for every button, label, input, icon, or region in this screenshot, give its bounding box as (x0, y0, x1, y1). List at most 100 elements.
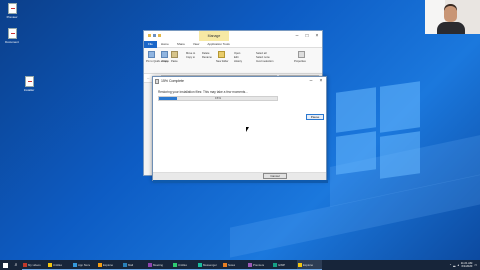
notification-icon[interactable]: ▭ (474, 263, 477, 267)
close-icon[interactable]: × (312, 31, 322, 41)
app-icon (198, 262, 202, 267)
taskbar-app-button[interactable]: Messenger (197, 260, 222, 270)
quick-access-toolbar[interactable] (148, 34, 168, 38)
clock[interactable]: 11:21 AM 6/1/2020 (461, 261, 473, 269)
dialog-body: Restoring your installation files: This … (153, 86, 326, 172)
dialog-icon (155, 79, 159, 84)
taskbar-app-label: Explorer (303, 262, 314, 267)
tab-file[interactable]: File (144, 40, 157, 48)
taskbar-app-button[interactable]: Mail (122, 260, 147, 270)
open-button[interactable]: Open (234, 52, 240, 55)
taskbar-app-label: GIMP (278, 262, 286, 267)
select-none-button[interactable]: Select none (256, 56, 270, 59)
new-folder-button[interactable]: New folder (216, 60, 228, 63)
pause-button[interactable]: Pause (306, 114, 324, 120)
search-icon[interactable]: ⌕ (10, 260, 22, 270)
taskbar-app-label: Messenger (203, 262, 217, 267)
dialog-title-bar[interactable]: 15% Complete – × (153, 77, 326, 86)
app-icon (223, 262, 227, 267)
tab-view[interactable]: View (189, 42, 203, 46)
start-button[interactable] (0, 260, 10, 270)
paste-button[interactable]: Paste (171, 60, 178, 63)
chevron-up-icon[interactable]: ^ (450, 263, 451, 267)
taskbar-app-button[interactable]: Meeting (147, 260, 172, 270)
dialog-accent-strip (153, 180, 328, 183)
desktop-icon-2[interactable]: Document (0, 28, 27, 44)
pin-icon[interactable] (148, 51, 155, 58)
minimize-icon[interactable]: – (292, 31, 302, 41)
desktop-icon-3[interactable]: Installer (14, 76, 44, 92)
maximize-icon[interactable]: □ (302, 31, 312, 41)
taskbar-app-button[interactable]: Notes (222, 260, 247, 270)
tab-share[interactable]: Share (173, 42, 189, 46)
taskbar-app-button[interactable]: Untitled (172, 260, 197, 270)
taskbar-app-label: Untitled (178, 262, 188, 267)
taskbar-app-button[interactable]: Untitled (47, 260, 72, 270)
dialog-title: 15% Complete (161, 79, 184, 83)
app-icon (73, 262, 77, 267)
app-icon (298, 262, 302, 267)
back-icon[interactable]: ← (147, 76, 150, 80)
cancel-button[interactable]: Cancel (263, 173, 287, 179)
webcam-overlay (425, 0, 480, 34)
taskbar-app-label: Premiere (253, 262, 265, 267)
app-icon (48, 262, 52, 267)
close-icon[interactable]: × (316, 77, 326, 86)
copy-to-button[interactable]: Copy to (186, 56, 195, 59)
paste-icon[interactable] (171, 51, 178, 58)
desktop-icon-1[interactable]: Preview (0, 3, 27, 19)
taskbar-app-button[interactable]: App Store (72, 260, 97, 270)
properties-icon[interactable] (298, 51, 305, 58)
select-all-button[interactable]: Select all (256, 52, 267, 55)
taskbar-app-label: Meeting (153, 262, 163, 267)
file-icon (7, 28, 17, 39)
invert-selection-button[interactable]: Invert selection (256, 60, 273, 63)
system-tray: ^ ▂ ◂ 11:21 AM 6/1/2020 ▭ (450, 261, 480, 269)
copy-icon[interactable] (161, 51, 168, 58)
taskbar-app-label: App Store (78, 262, 91, 267)
new-folder-icon[interactable] (218, 51, 225, 58)
edit-button[interactable]: Edit (234, 56, 238, 59)
app-icon (23, 262, 27, 267)
taskbar-app-button[interactable]: Premiere (247, 260, 272, 270)
progress-label: 15% (214, 96, 221, 100)
app-icon (248, 262, 252, 267)
rename-button[interactable]: Rename (202, 56, 212, 59)
desktop: Preview Document Installer Manage – □ × (0, 0, 480, 260)
taskbar-app-label: My videos (28, 262, 41, 267)
taskbar-app-label: Untitled (53, 262, 63, 267)
app-icon (123, 262, 127, 267)
move-to-button[interactable]: Move to (186, 52, 195, 55)
progress-dialog: 15% Complete – × Restoring your installa… (152, 76, 328, 183)
delete-button[interactable]: Delete (202, 52, 210, 55)
volume-icon[interactable]: ◂ (457, 263, 458, 267)
explorer-title-bar[interactable]: Manage – □ × (144, 31, 322, 41)
taskbar-app-button[interactable]: My videos (22, 260, 47, 270)
history-button[interactable]: History (234, 60, 242, 63)
file-icon (24, 76, 34, 87)
progress-message: Restoring your installation files: This … (158, 90, 248, 94)
taskbar-app-button[interactable]: GIMP (272, 260, 297, 270)
app-icon (148, 262, 152, 267)
taskbar-app-button[interactable]: Explorer (97, 260, 122, 270)
windows-start-icon (2, 262, 8, 268)
mouse-cursor-icon (246, 127, 249, 132)
tab-application-tools[interactable]: Application Tools (203, 42, 233, 46)
minimize-icon[interactable]: – (306, 77, 316, 86)
file-icon (7, 3, 17, 14)
app-icon (98, 262, 102, 267)
properties-button[interactable]: Properties (294, 60, 306, 63)
tab-home[interactable]: Home (157, 42, 173, 46)
copy-button[interactable]: Copy (162, 60, 168, 63)
taskbar-app-label: Mail (128, 262, 134, 267)
progress-bar: 15% (158, 96, 278, 101)
taskbar-app-button[interactable]: Explorer (297, 260, 322, 270)
dialog-footer (153, 172, 326, 180)
windows-logo-wallpaper (330, 81, 424, 179)
app-icon (173, 262, 177, 267)
taskbar-apps: My videos Untitled App Store Explorer Mail Me… (22, 260, 322, 270)
taskbar-app-label: Explorer (103, 262, 114, 267)
taskbar-app-label: Notes (228, 262, 236, 267)
network-icon[interactable]: ▂ (453, 263, 455, 267)
ribbon: Pin to Quick access Copy Paste Move to C… (144, 48, 322, 74)
